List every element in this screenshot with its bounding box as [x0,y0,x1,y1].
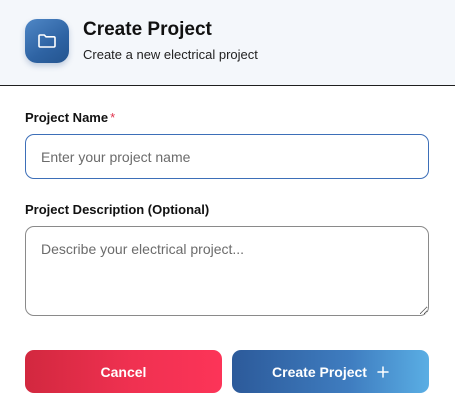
cancel-button[interactable]: Cancel [25,350,222,393]
plus-icon [377,365,389,378]
project-description-label: Project Description (Optional) [25,202,210,217]
project-name-label-text: Project Name [25,110,109,125]
create-project-button[interactable]: Create Project [232,350,429,393]
dialog-header: Create Project Create a new electrical p… [0,0,455,86]
project-name-label: Project Name * [25,110,115,125]
dialog-subtitle: Create a new electrical project [83,47,258,62]
dialog-title: Create Project [83,19,212,40]
required-marker: * [110,110,116,125]
project-name-input[interactable] [25,134,429,179]
create-project-dialog: Create Project Create a new electrical p… [0,0,455,410]
folder-icon [25,19,69,63]
create-project-button-label: Create Project [272,363,367,380]
cancel-button-label: Cancel [100,363,147,380]
project-description-textarea[interactable] [25,226,429,316]
